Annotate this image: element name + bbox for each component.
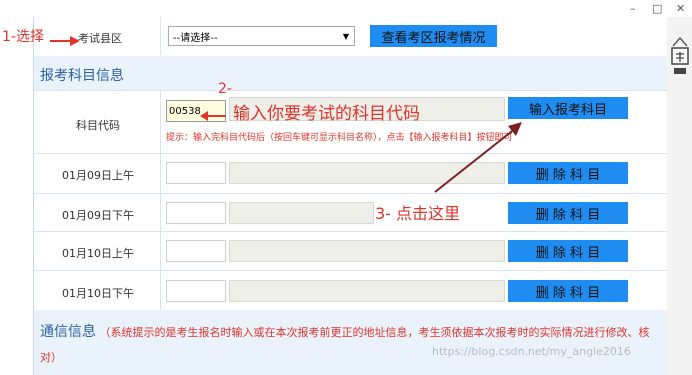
view-region-button[interactable]: 查看考区报考情况 (370, 25, 497, 47)
delete-subject-button-3[interactable]: 删 除 科 目 (508, 240, 628, 262)
time-label-4: 01月10日下午 (62, 287, 134, 300)
delete-subject-button-2[interactable]: 删 除 科 目 (508, 202, 628, 224)
region-label: 考试县区 (78, 32, 122, 45)
delete-subject-button-4[interactable]: 删 除 科 目 (508, 280, 628, 302)
region-select-value: --请选择-- (173, 32, 218, 44)
subject-input-2[interactable] (166, 202, 226, 224)
region-select[interactable]: --请选择-- ▼ (168, 26, 355, 46)
time-label-2: 01月09日下午 (62, 209, 134, 222)
close-icon[interactable]: ✕ (676, 2, 685, 15)
side-widget-icon[interactable] (670, 36, 690, 80)
divider (34, 90, 667, 91)
subject-input-4[interactable] (166, 280, 226, 302)
subject-name-4 (229, 280, 505, 302)
maximize-icon[interactable]: □ (652, 2, 662, 15)
contact-section-title: 通信信息 (40, 324, 96, 340)
time-label-1: 01月09日上午 (62, 169, 134, 182)
divider (160, 17, 161, 55)
window-titlebar (0, 0, 692, 17)
subject-section-header (34, 56, 667, 90)
annotation-step2: 2- (218, 81, 232, 97)
watermark: https://blog.csdn.net/my_angle2016 (432, 345, 631, 358)
chevron-down-icon: ▼ (342, 31, 349, 41)
subject-input-3[interactable] (166, 240, 226, 262)
arrow-diagonal-icon (430, 118, 530, 200)
code-label: 科目代码 (76, 119, 120, 132)
divider (34, 193, 667, 194)
arrow-right-icon (50, 31, 80, 50)
subject-name-3 (229, 240, 505, 262)
divider (34, 270, 667, 271)
subject-name-2 (229, 202, 374, 224)
divider (34, 231, 667, 232)
annotation-input-hint: 输入你要考试的科目代码 (233, 104, 420, 124)
arrow-left-icon (200, 106, 226, 125)
time-label-3: 01月10日上午 (62, 247, 134, 260)
annotation-step3: 3- 点击这里 (375, 204, 461, 223)
enter-subject-button[interactable]: 输入报考科目 (508, 97, 628, 119)
subject-hint-text: 提示：输入完科目代码后（按回车键可显示科目名称），点击【输入报考科目】按钮即可 (166, 133, 513, 143)
minimize-icon[interactable]: – (630, 2, 636, 15)
annotation-step1: 1-选择 (2, 29, 44, 45)
divider (34, 153, 667, 154)
subject-input-1[interactable] (166, 162, 226, 184)
subject-section-title: 报考科目信息 (40, 68, 124, 84)
